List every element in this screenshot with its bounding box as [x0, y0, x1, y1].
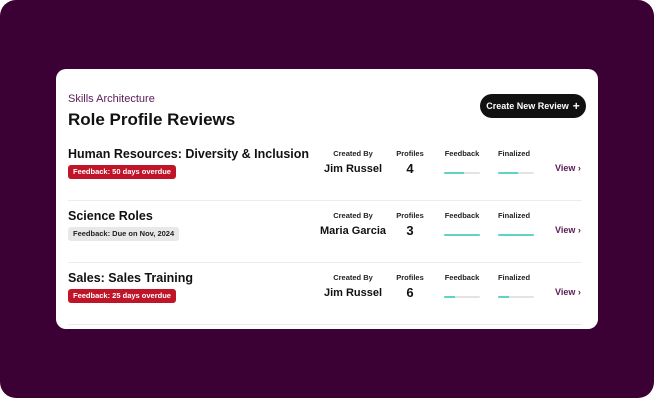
- feedback-label: Feedback: [444, 273, 480, 282]
- profiles-count: 6: [406, 285, 414, 300]
- created-by-label: Created By: [333, 273, 373, 282]
- feedback-progress-bar: [444, 234, 480, 236]
- chevron-right-icon: ›: [577, 225, 581, 235]
- created-by-value: Jim Russel: [323, 163, 383, 175]
- reviews-card: Skills Architecture Role Profile Reviews…: [56, 69, 598, 329]
- feedback-label: Feedback: [444, 211, 480, 220]
- chevron-right-icon: ›: [577, 287, 581, 297]
- view-link-label: View: [555, 225, 576, 235]
- feedback-progress-bar: [444, 296, 480, 298]
- page-title: Role Profile Reviews: [68, 110, 236, 129]
- create-new-review-label: Create New Review: [486, 101, 569, 111]
- feedback-status-badge: Feedback: 25 days overdue: [68, 289, 176, 303]
- plus-icon: +: [572, 99, 580, 113]
- view-link[interactable]: View ›: [555, 225, 581, 235]
- feedback-progress-fill: [444, 296, 455, 298]
- created-by-value: Maria Garcia: [319, 225, 387, 237]
- page-background: Skills Architecture Role Profile Reviews…: [0, 0, 654, 398]
- review-title: Science Roles: [68, 209, 153, 223]
- feedback-label: Feedback: [444, 149, 480, 158]
- feedback-progress-fill: [444, 172, 464, 174]
- review-row: Science Roles Feedback: Due on Nov, 2024…: [68, 201, 582, 263]
- feedback-status-badge: Feedback: 50 days overdue: [68, 165, 176, 179]
- finalized-label: Finalized: [497, 273, 531, 282]
- finalized-label: Finalized: [497, 149, 531, 158]
- created-by-label: Created By: [333, 149, 373, 158]
- view-link-label: View: [555, 287, 576, 297]
- profiles-count: 4: [406, 161, 414, 176]
- finalized-progress-fill: [498, 234, 534, 236]
- finalized-progress-bar: [498, 234, 534, 236]
- created-by-label: Created By: [333, 211, 373, 220]
- review-row: Sales: Sales Training Feedback: 25 days …: [68, 263, 582, 325]
- feedback-progress-fill: [444, 234, 480, 236]
- finalized-label: Finalized: [497, 211, 531, 220]
- view-link[interactable]: View ›: [555, 287, 581, 297]
- feedback-status-badge: Feedback: Due on Nov, 2024: [68, 227, 180, 241]
- profiles-label: Profiles: [396, 273, 424, 282]
- review-row: Human Resources: Diversity & Inclusion F…: [68, 139, 582, 201]
- review-title: Human Resources: Diversity & Inclusion: [68, 147, 310, 161]
- created-by-value: Jim Russel: [323, 287, 383, 299]
- profiles-label: Profiles: [396, 211, 424, 220]
- profiles-label: Profiles: [396, 149, 424, 158]
- review-list: Human Resources: Diversity & Inclusion F…: [68, 139, 582, 325]
- finalized-progress-fill: [498, 172, 518, 174]
- view-link-label: View: [555, 163, 576, 173]
- create-new-review-button[interactable]: Create New Review +: [480, 94, 586, 118]
- view-link[interactable]: View ›: [555, 163, 581, 173]
- section-eyebrow: Skills Architecture: [68, 93, 155, 105]
- profiles-count: 3: [406, 223, 414, 238]
- chevron-right-icon: ›: [577, 163, 581, 173]
- finalized-progress-bar: [498, 172, 534, 174]
- review-title: Sales: Sales Training: [68, 271, 194, 285]
- finalized-progress-bar: [498, 296, 534, 298]
- finalized-progress-fill: [498, 296, 509, 298]
- feedback-progress-bar: [444, 172, 480, 174]
